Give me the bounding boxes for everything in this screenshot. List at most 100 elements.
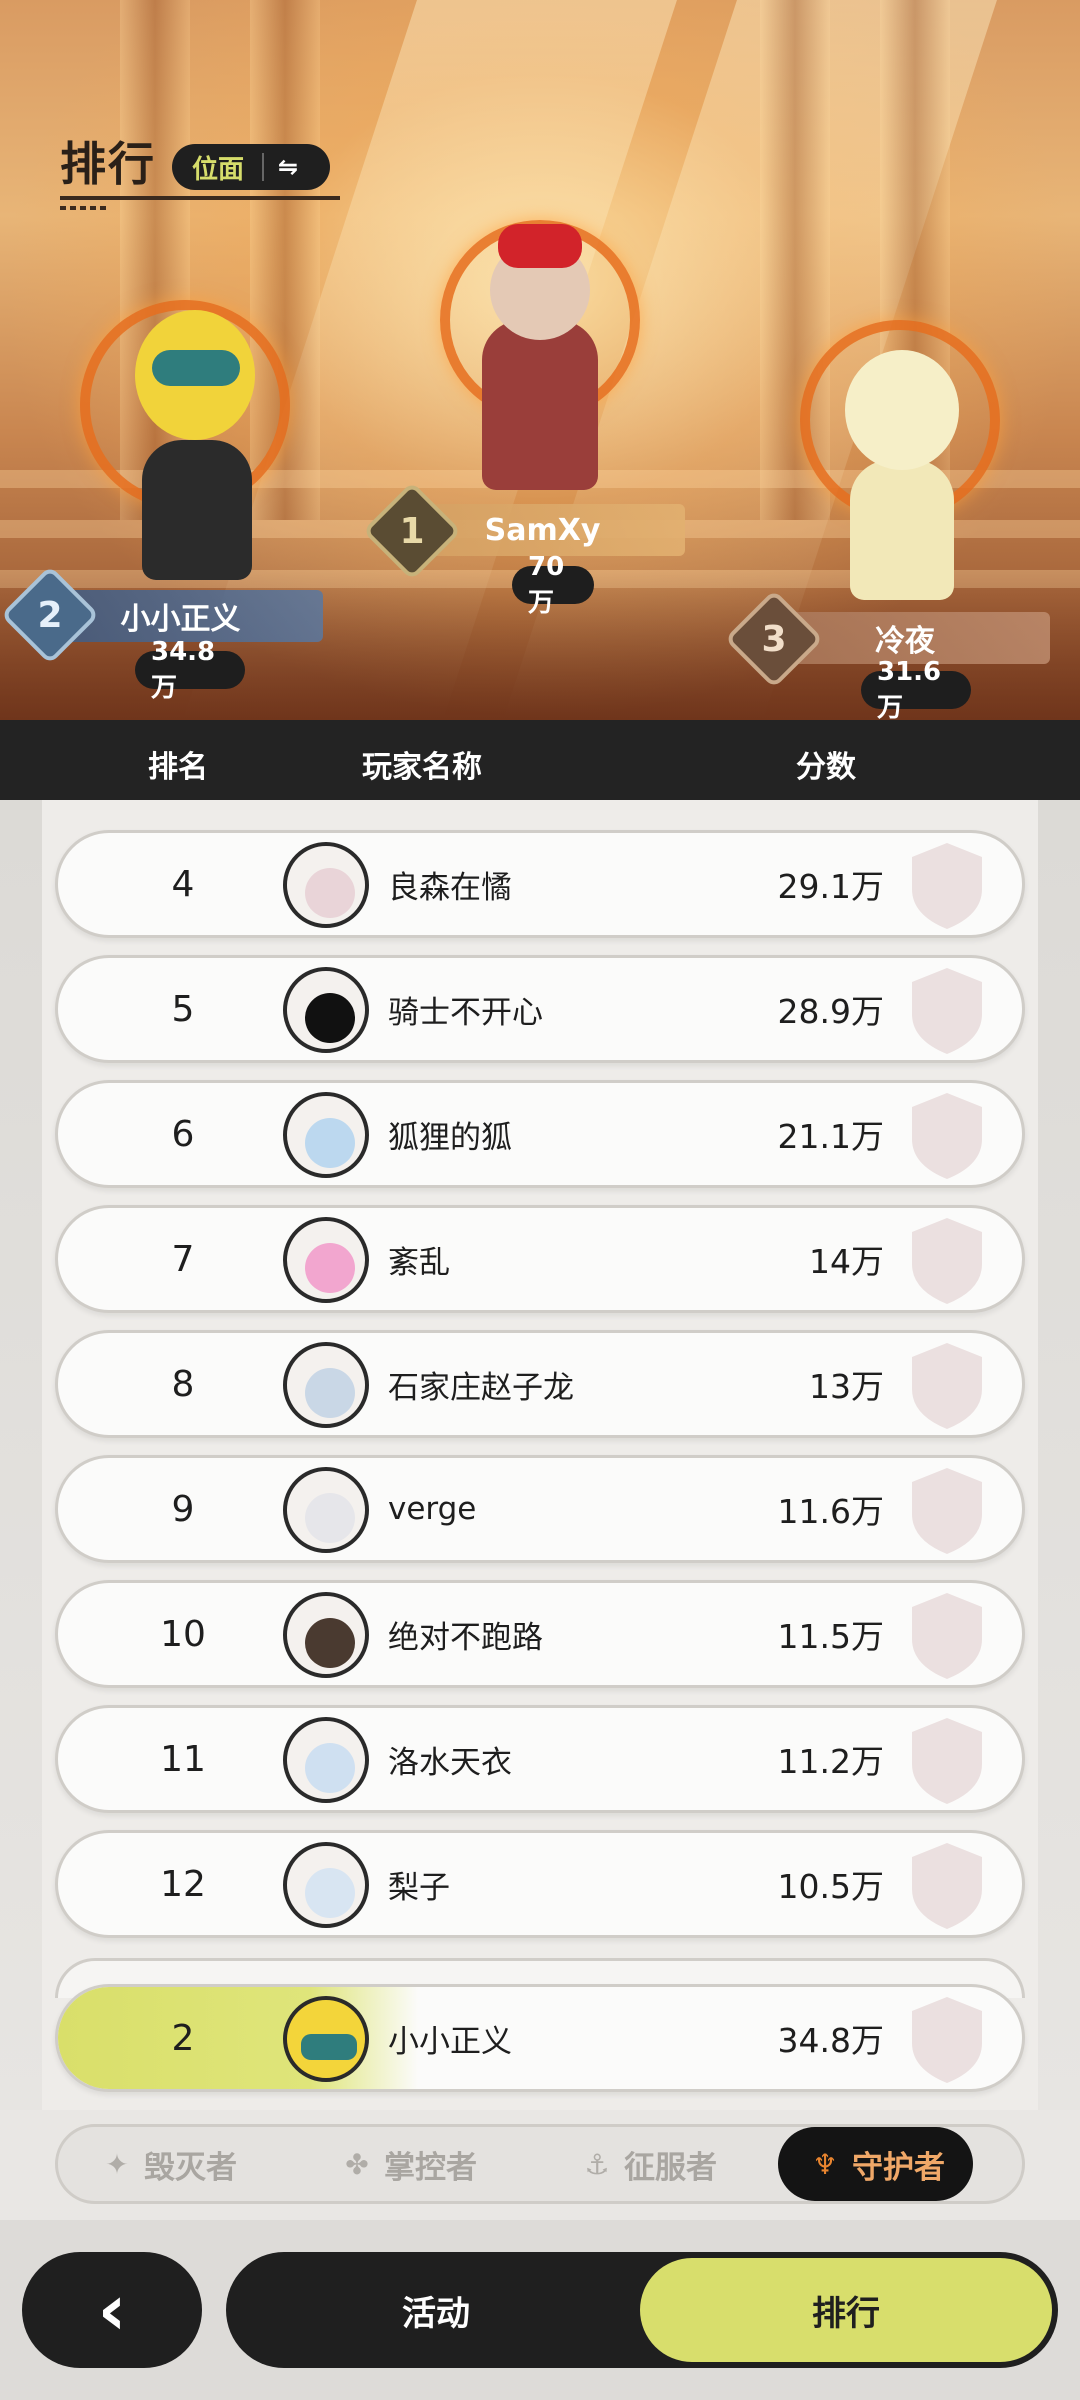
- row-rank: 11: [160, 1738, 206, 1780]
- avatar-face: [305, 1493, 355, 1543]
- row-player-name: 狐狸的狐: [388, 1119, 512, 1156]
- view-tabs: 活动 排行: [226, 2252, 1058, 2368]
- row-player-name: 紊乱: [388, 1244, 450, 1281]
- row-player-name: 石家庄赵子龙: [388, 1369, 574, 1406]
- avatar: [283, 1467, 369, 1553]
- avatar-face: [305, 868, 355, 918]
- table-row[interactable]: 6 狐狸的狐 21.1万: [55, 1080, 1025, 1188]
- guardian-emblem-icon: [912, 1468, 982, 1554]
- table-row[interactable]: 11 洛水天衣 11.2万: [55, 1705, 1025, 1813]
- page-title-group: 排行: [60, 128, 340, 210]
- row-player-name: 骑士不开心: [388, 994, 543, 1031]
- guardian-emblem-icon: [912, 1718, 982, 1804]
- avatar-face: [305, 1743, 355, 1793]
- row-rank: 5: [171, 988, 195, 1030]
- row-rank: 12: [160, 1863, 206, 1905]
- podium-name-1: SamXy: [484, 512, 601, 548]
- my-rank-row[interactable]: 2 小小正义 34.8万: [55, 1984, 1025, 2092]
- conqueror-icon: ⚓: [584, 2147, 610, 2181]
- row-score: 11.6万: [777, 1492, 884, 1531]
- guardian-icon: ♆: [812, 2147, 838, 2181]
- row-rank: 9: [171, 1488, 195, 1530]
- guardian-emblem-icon: [912, 1593, 982, 1679]
- my-score: 34.8万: [777, 2021, 884, 2060]
- column-player-header: 玩家名称: [362, 750, 482, 785]
- avatar-face: [305, 1118, 355, 1168]
- avatar-face: [305, 1368, 355, 1418]
- avatar: [283, 1092, 369, 1178]
- podium-score-3: 31.6万: [861, 657, 971, 720]
- row-player-name: verge: [388, 1491, 477, 1527]
- avatar-face: [305, 1243, 355, 1293]
- chevron-left-icon: ‹: [97, 2269, 127, 2351]
- podium-character-1[interactable]: [420, 200, 660, 510]
- tab-conqueror[interactable]: ⚓ 征服者: [578, 2127, 717, 2201]
- table-row[interactable]: 10 绝对不跑路 11.5万: [55, 1580, 1025, 1688]
- tab-activity[interactable]: 活动: [226, 2252, 646, 2368]
- page-title: 排行: [60, 137, 156, 191]
- controller-icon: ✤: [345, 2147, 369, 2181]
- destroyer-icon: ✦: [105, 2147, 129, 2181]
- podium-name-2: 小小正义: [120, 602, 241, 637]
- my-player-name: 小小正义: [388, 2023, 512, 2060]
- guardian-emblem-icon: [912, 843, 982, 929]
- bottom-nav: ‹ 活动 排行: [0, 2220, 1080, 2400]
- table-row[interactable]: 5 骑士不开心 28.9万: [55, 955, 1025, 1063]
- podium-character-2[interactable]: [80, 290, 310, 590]
- category-tabs: ✦ 毁灭者 ✤ 掌控者 ⚓ 征服者 ♆ 守护者: [55, 2124, 1025, 2204]
- table-row[interactable]: 4 良森在憰 29.1万: [55, 830, 1025, 938]
- podium-character-3[interactable]: [790, 320, 1020, 610]
- avatar: [283, 1996, 369, 2082]
- guardian-emblem-icon: [912, 1343, 982, 1429]
- row-score: 21.1万: [777, 1117, 884, 1156]
- guardian-emblem-icon: [912, 1997, 982, 2083]
- column-score-header: 分数: [796, 750, 856, 785]
- row-rank: 8: [171, 1363, 195, 1405]
- row-player-name: 绝对不跑路: [388, 1619, 543, 1656]
- podium-banner: 排行 位面 ⇋ SamXy 1 70万 小小正义 2 34.8万 冷夜 3 31…: [0, 0, 1080, 720]
- realm-switch-button[interactable]: 位面 ⇋: [172, 144, 330, 190]
- guardian-emblem-icon: [912, 968, 982, 1054]
- table-row[interactable]: 12 梨子 10.5万: [55, 1830, 1025, 1938]
- guardian-emblem-icon: [912, 1093, 982, 1179]
- table-row[interactable]: 8 石家庄赵子龙 13万: [55, 1330, 1025, 1438]
- podium-name-3: 冷夜: [875, 624, 935, 659]
- tab-controller[interactable]: ✤ 掌控者: [338, 2127, 477, 2201]
- row-score: 28.9万: [777, 992, 884, 1031]
- row-score: 10.5万: [777, 1867, 884, 1906]
- avatar: [283, 1342, 369, 1428]
- back-button[interactable]: ‹: [22, 2252, 202, 2368]
- row-score: 11.2万: [777, 1742, 884, 1781]
- my-rank: 2: [171, 2017, 195, 2059]
- row-rank: 4: [171, 863, 195, 905]
- table-row[interactable]: 7 紊乱 14万: [55, 1205, 1025, 1313]
- row-rank: 7: [171, 1238, 195, 1280]
- avatar: [283, 842, 369, 928]
- avatar-face: [305, 1618, 355, 1668]
- row-score: 29.1万: [777, 867, 884, 906]
- row-rank: 10: [160, 1613, 206, 1655]
- tab-guardian[interactable]: ♆ 守护者: [778, 2127, 973, 2201]
- swap-icon: ⇋: [278, 153, 299, 181]
- avatar-face: [305, 993, 355, 1043]
- row-player-name: 良森在憰: [388, 869, 512, 906]
- avatar: [283, 1842, 369, 1928]
- tab-destroyer[interactable]: ✦ 毁灭者: [98, 2127, 237, 2201]
- podium-score-2: 34.8万: [135, 637, 245, 703]
- ranking-list[interactable]: 4 良森在憰 29.1万 5 骑士不开心 28.9万 6 狐狸的狐 21.1万 7 紊乱 14万 8 石家…: [0, 800, 1080, 2110]
- row-score: 13万: [809, 1367, 884, 1406]
- avatar: [283, 1217, 369, 1303]
- row-score: 14万: [809, 1242, 884, 1281]
- guardian-emblem-icon: [912, 1843, 982, 1929]
- column-rank-header: 排名: [148, 750, 208, 785]
- podium-score-1: 70万: [512, 552, 594, 618]
- avatar: [283, 1592, 369, 1678]
- avatar: [283, 967, 369, 1053]
- tab-ranking[interactable]: 排行: [640, 2258, 1052, 2362]
- row-score: 11.5万: [777, 1617, 884, 1656]
- guardian-emblem-icon: [912, 1218, 982, 1304]
- avatar: [283, 1717, 369, 1803]
- row-rank: 6: [171, 1113, 195, 1155]
- ranking-table-header: 排名 玩家名称 分数: [0, 720, 1080, 800]
- table-row[interactable]: 9 verge 11.6万: [55, 1455, 1025, 1563]
